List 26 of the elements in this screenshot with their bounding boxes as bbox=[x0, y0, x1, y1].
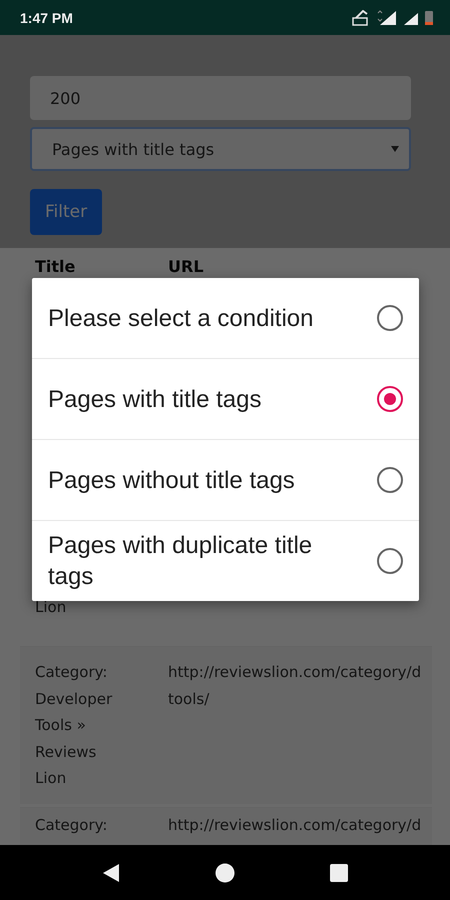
condition-option[interactable]: Please select a condition bbox=[32, 278, 419, 358]
condition-option[interactable]: Pages with duplicate title tags bbox=[32, 520, 419, 601]
signal-icon bbox=[376, 10, 398, 26]
status-time: 1:47 PM bbox=[20, 10, 73, 26]
table-cell-text: Lion bbox=[35, 768, 68, 789]
recents-icon[interactable] bbox=[329, 862, 349, 882]
table-cell-text: http://reviewslion.com/category/d bbox=[168, 662, 422, 683]
radio-button[interactable] bbox=[377, 467, 403, 493]
condition-option[interactable]: Pages with title tags bbox=[32, 358, 419, 439]
table-cell-text: http://reviewslion.com/category/d bbox=[168, 814, 422, 836]
column-header: Title bbox=[35, 256, 76, 276]
radio-button[interactable] bbox=[377, 548, 403, 574]
radio-button[interactable] bbox=[377, 305, 403, 331]
column-header: URL bbox=[168, 256, 205, 276]
caret-icon bbox=[391, 146, 399, 152]
battery-icon bbox=[424, 10, 434, 26]
table-cell-text: Reviews bbox=[35, 742, 98, 762]
table-cell-text: Tools » bbox=[35, 715, 87, 736]
table-cell-text: Developer bbox=[35, 688, 114, 710]
radio-button[interactable] bbox=[377, 386, 403, 412]
condition-option[interactable]: Pages without title tags bbox=[32, 439, 419, 520]
table-cell-text: Category: bbox=[35, 814, 108, 836]
table-cell-text: tools/ bbox=[168, 688, 210, 710]
back-icon[interactable] bbox=[101, 862, 121, 882]
table-cell-text: Category: bbox=[35, 662, 108, 683]
home-icon[interactable] bbox=[215, 862, 235, 882]
